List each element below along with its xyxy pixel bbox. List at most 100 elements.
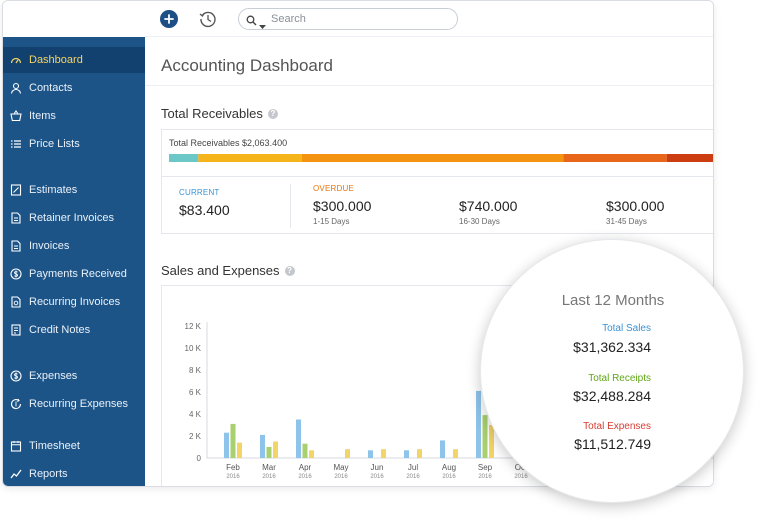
- search-icon: [246, 13, 257, 31]
- receivables-bar-segment[interactable]: [169, 154, 199, 162]
- y-tick-label: 2 K: [189, 432, 202, 441]
- chart-bar[interactable]: [417, 449, 422, 458]
- sidebar-item-payments-received[interactable]: Payments Received: [3, 261, 145, 287]
- chart-bar[interactable]: [266, 447, 272, 458]
- chart-bar[interactable]: [237, 442, 242, 458]
- sidebar-item-label: Estimates: [29, 184, 78, 196]
- x-tick-sublabel: 2016: [298, 474, 312, 480]
- sales-expenses-title: Sales and Expenses: [161, 263, 280, 278]
- sidebar-item-estimates[interactable]: Estimates: [3, 177, 145, 203]
- sidebar-item-dashboard[interactable]: Dashboard: [3, 47, 145, 73]
- sidebar-item-label: Retainer Invoices: [29, 212, 114, 224]
- receivables-card: Total Receivables $2,063.400 CURRENT $83…: [161, 129, 714, 234]
- sidebar-item-label: Items: [29, 110, 56, 122]
- sidebar-item-label: Invoices: [29, 240, 70, 252]
- help-icon[interactable]: ?: [284, 265, 295, 276]
- sidebar-item-recurring-invoices[interactable]: Recurring Invoices: [3, 289, 145, 315]
- chart-bar[interactable]: [381, 449, 386, 458]
- x-tick-sublabel: 2016: [334, 474, 348, 480]
- receivables-bar-segment[interactable]: [563, 154, 667, 162]
- total-expenses-label: Total Expenses: [583, 421, 651, 432]
- chart-bar[interactable]: [404, 450, 409, 458]
- chart-bar[interactable]: [260, 434, 265, 458]
- sidebar-item-invoices[interactable]: Invoices: [3, 233, 145, 259]
- sidebar-item-contacts[interactable]: Contacts: [3, 75, 145, 101]
- recurring-expense-icon: [10, 398, 22, 410]
- chart-bar[interactable]: [476, 390, 481, 458]
- x-tick-label: Sep: [478, 463, 493, 472]
- sidebar-item-retainer-invoices[interactable]: Retainer Invoices: [3, 205, 145, 231]
- search-box[interactable]: [238, 8, 458, 30]
- sidebar-item-price-lists[interactable]: Price Lists: [3, 131, 145, 157]
- total-expenses-value: $11,512.749: [574, 436, 651, 452]
- chart-bar[interactable]: [453, 449, 458, 458]
- sidebar-item-label: Payments Received: [29, 268, 127, 280]
- receivables-bar-segment[interactable]: [301, 154, 564, 162]
- sidebar-item-label: Recurring Invoices: [29, 296, 121, 308]
- y-tick-label: 12 K: [185, 322, 202, 331]
- chart-bar[interactable]: [224, 432, 229, 458]
- dashboard-icon: [10, 54, 22, 66]
- chart-bar[interactable]: [368, 450, 373, 458]
- document-icon: [10, 240, 22, 252]
- chart-bar[interactable]: [309, 450, 314, 458]
- divider: [162, 176, 713, 177]
- current-amount[interactable]: $83.400: [179, 202, 230, 218]
- sidebar-item-items[interactable]: Items: [3, 103, 145, 129]
- receivables-bar-segment[interactable]: [198, 154, 302, 162]
- chart-bar[interactable]: [345, 449, 350, 458]
- chart-bar[interactable]: [273, 441, 278, 459]
- sidebar-item-label: Price Lists: [29, 138, 80, 150]
- chart-bar[interactable]: [302, 443, 308, 458]
- toolbar-spacer: [3, 1, 145, 37]
- chevron-down-icon[interactable]: [259, 17, 266, 35]
- help-icon[interactable]: ?: [267, 108, 278, 119]
- summary-title: Last 12 Months: [561, 292, 665, 309]
- divider: [145, 85, 713, 86]
- x-tick-sublabel: 2016: [226, 474, 240, 480]
- x-tick-label: Jul: [408, 463, 418, 472]
- sidebar-item-recurring-expenses[interactable]: Recurring Expenses: [3, 391, 145, 417]
- payment-icon: [10, 268, 22, 280]
- sidebar-item-reports[interactable]: Reports: [3, 461, 145, 486]
- total-sales-label: Total Sales: [602, 323, 651, 334]
- x-tick-sublabel: 2016: [514, 474, 528, 480]
- overdue-amount[interactable]: $300.000: [313, 198, 371, 214]
- sidebar-item-timesheet[interactable]: Timesheet: [3, 433, 145, 459]
- x-tick-label: Apr: [299, 463, 312, 472]
- credit-note-icon: [10, 324, 22, 336]
- basket-icon: [10, 110, 22, 122]
- chart-bar[interactable]: [440, 440, 445, 458]
- overdue-amount[interactable]: $740.000: [459, 198, 517, 214]
- y-tick-label: 6 K: [189, 388, 202, 397]
- sidebar-item-label: Timesheet: [29, 440, 80, 452]
- chart-bar[interactable]: [482, 415, 488, 458]
- chart-bar[interactable]: [230, 423, 236, 458]
- receivables-heading: Total Receivables ?: [161, 106, 278, 121]
- receivables-bar: [169, 154, 714, 162]
- total-sales-value: $31,362.334: [573, 339, 651, 355]
- x-tick-sublabel: 2016: [478, 474, 492, 480]
- estimate-icon: [10, 184, 22, 196]
- sidebar-item-expenses[interactable]: Expenses: [3, 363, 145, 389]
- chart-bar[interactable]: [296, 419, 301, 459]
- summary-magnifier: Last 12 Months Total Sales $31,362.334 T…: [480, 239, 744, 503]
- overdue-label: OVERDUE: [313, 184, 354, 193]
- sidebar-item-label: Contacts: [29, 82, 73, 94]
- plus-circle-icon[interactable]: [160, 10, 178, 28]
- sidebar-item-credit-notes[interactable]: Credit Notes: [3, 317, 145, 343]
- list-icon: [10, 138, 22, 150]
- overdue-amount[interactable]: $300.000: [606, 198, 664, 214]
- search-input[interactable]: [271, 11, 451, 27]
- contact-icon: [10, 82, 22, 94]
- overdue-range: 1-15 Days: [313, 217, 350, 226]
- recurring-document-icon: [10, 296, 22, 308]
- x-tick-label: Jun: [371, 463, 384, 472]
- history-icon[interactable]: [198, 9, 218, 29]
- total-receipts-value: $32,488.284: [573, 388, 651, 404]
- sidebar: Dashboard Contacts Items Price Lists Est…: [3, 37, 145, 486]
- y-tick-label: 10 K: [185, 344, 202, 353]
- receivables-bar-segment[interactable]: [666, 154, 714, 162]
- y-tick-label: 0: [197, 454, 202, 463]
- x-tick-sublabel: 2016: [442, 474, 456, 480]
